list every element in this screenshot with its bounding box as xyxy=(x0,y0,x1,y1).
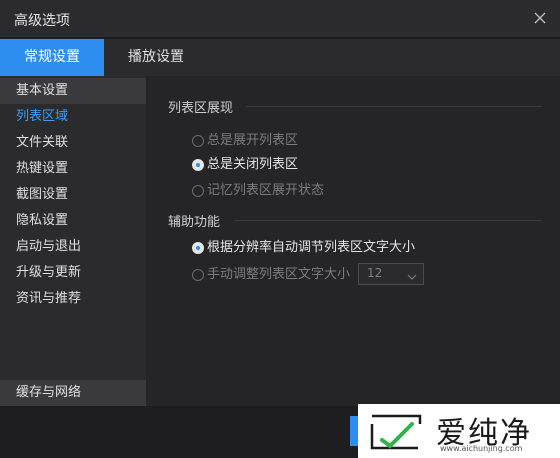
section-title-accessibility: 辅助功能 xyxy=(168,215,221,230)
sidebar-item-basic[interactable]: 基本设置 xyxy=(0,78,146,104)
sidebar-item-cache-network[interactable]: 缓存与网络 xyxy=(0,380,146,406)
radio-button[interactable] xyxy=(192,242,204,254)
radio-button[interactable] xyxy=(192,269,204,281)
sidebar-item-list-area[interactable]: 列表区域 xyxy=(0,104,146,130)
window-title: 高级选项 xyxy=(14,13,70,29)
sidebar-item-upgrade[interactable]: 升级与更新 xyxy=(0,260,146,286)
close-icon[interactable] xyxy=(530,8,550,28)
radio-button[interactable] xyxy=(192,159,204,171)
section-divider xyxy=(234,220,542,221)
sidebar: 基本设置 列表区域 文件关联 热键设置 截图设置 隐私设置 启动与退出 升级与更… xyxy=(0,76,146,406)
section-divider xyxy=(246,106,542,107)
tab-playback-settings[interactable]: 播放设置 xyxy=(104,39,208,76)
sidebar-item-file-association[interactable]: 文件关联 xyxy=(0,130,146,156)
radio-label: 根据分辨率自动调节列表区文字大小 xyxy=(207,240,416,255)
tab-general-settings[interactable]: 常规设置 xyxy=(0,39,104,76)
sidebar-item-hotkeys[interactable]: 热键设置 xyxy=(0,156,146,182)
section-title-list-display: 列表区展现 xyxy=(168,101,234,116)
font-size-select[interactable]: 12 xyxy=(358,263,424,285)
radio-label: 总是关闭列表区 xyxy=(207,157,299,172)
sidebar-item-screenshot[interactable]: 截图设置 xyxy=(0,182,146,208)
radio-button[interactable] xyxy=(192,185,204,197)
watermark: 爱纯净 www.aichunjing.com xyxy=(358,404,560,458)
radio-label: 记忆列表区展开状态 xyxy=(207,183,325,198)
title-bar: 高级选项 xyxy=(0,0,560,38)
radio-button[interactable] xyxy=(192,135,204,147)
radio-label: 总是展开列表区 xyxy=(207,133,299,148)
settings-panel: 列表区展现 总是展开列表区 总是关闭列表区 记忆列表区展开状态 辅助功能 根据分… xyxy=(146,76,560,406)
tab-bar: 常规设置 播放设置 xyxy=(0,39,560,76)
sidebar-item-privacy[interactable]: 隐私设置 xyxy=(0,208,146,234)
font-size-value: 12 xyxy=(367,266,383,280)
watermark-url: www.aichunjing.com xyxy=(440,444,523,453)
radio-label: 手动调整列表区文字大小 xyxy=(207,267,351,282)
sidebar-item-news[interactable]: 资讯与推荐 xyxy=(0,286,146,312)
watermark-logo-icon xyxy=(368,410,430,452)
chevron-down-icon xyxy=(407,270,417,280)
sidebar-item-startup-exit[interactable]: 启动与退出 xyxy=(0,234,146,260)
